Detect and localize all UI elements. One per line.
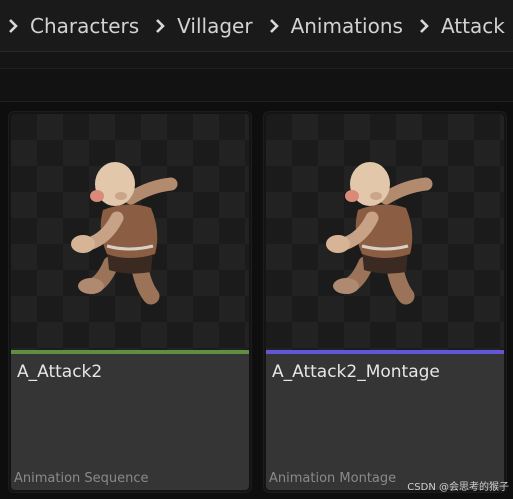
filter-area[interactable] (0, 69, 513, 101)
breadcrumb-item-villager[interactable]: Villager (173, 14, 260, 38)
asset-info-panel[interactable]: A_Attack2_Montage Animation Montage (266, 354, 504, 490)
breadcrumb-item-characters[interactable]: Characters (26, 14, 147, 38)
asset-name: A_Attack2_Montage (272, 362, 440, 382)
asset-name: A_Attack2 (17, 362, 103, 382)
filter-bar[interactable] (0, 68, 513, 102)
asset-thumbnail[interactable] (266, 114, 504, 350)
asset-tile-a-attack2[interactable]: A_Attack2 Animation Sequence (8, 111, 252, 493)
asset-type-label: Animation Montage (269, 471, 397, 486)
villager-character-image (326, 162, 433, 305)
breadcrumb: Characters Villager Animations Attack (0, 0, 513, 52)
asset-tile-a-attack2-montage[interactable]: A_Attack2_Montage Animation Montage (263, 111, 507, 493)
breadcrumb-item-animations[interactable]: Animations (287, 14, 411, 38)
asset-grid: A_Attack2 Animation Sequence A_Attack2_M… (0, 102, 513, 499)
chevron-right-icon[interactable] (0, 0, 26, 51)
breadcrumb-item-attack[interactable]: Attack (437, 14, 513, 38)
asset-type-label: Animation Sequence (14, 471, 149, 486)
asset-info-panel[interactable]: A_Attack2 Animation Sequence (11, 354, 249, 490)
toolbar-strip (0, 52, 513, 68)
chevron-right-icon[interactable] (411, 0, 437, 51)
villager-character-image (71, 162, 178, 305)
chevron-right-icon[interactable] (261, 0, 287, 51)
asset-thumbnail[interactable] (11, 114, 249, 350)
chevron-right-icon[interactable] (147, 0, 173, 51)
watermark: CSDN @会思考的猴子 (407, 482, 509, 493)
